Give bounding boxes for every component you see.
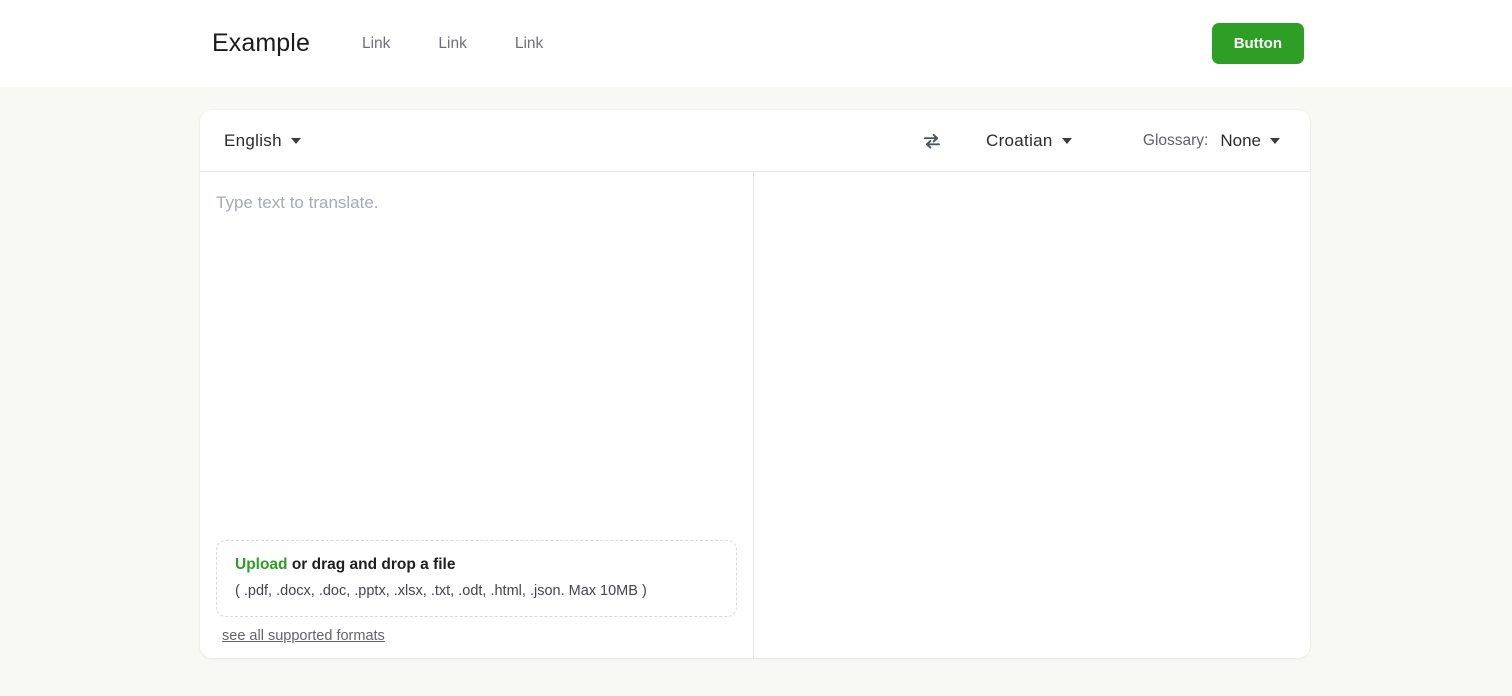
source-language-selector[interactable]: English	[216, 125, 309, 157]
nav-link-2[interactable]: Link	[438, 29, 466, 59]
target-language-label: Croatian	[986, 130, 1053, 150]
target-panel[interactable]	[754, 172, 1310, 658]
glossary-group: Glossary: None	[1143, 125, 1288, 157]
source-text-input[interactable]	[216, 190, 737, 540]
file-dropzone[interactable]: Upload or drag and drop a file ( .pdf, .…	[216, 540, 737, 617]
chevron-down-icon	[290, 137, 301, 144]
nav-link-1[interactable]: Link	[362, 29, 390, 59]
main-navigation: Link Link Link	[362, 29, 543, 59]
dropzone-title-rest: or drag and drop a file	[287, 556, 456, 573]
dropzone-title: Upload or drag and drop a file	[235, 556, 718, 574]
see-all-supported-formats-link[interactable]: see all supported formats	[222, 628, 385, 644]
glossary-value: None	[1220, 130, 1261, 150]
chevron-down-icon	[1270, 137, 1280, 144]
site-header: Example Link Link Link Button	[0, 0, 1512, 87]
glossary-selector[interactable]: None	[1212, 125, 1288, 157]
chevron-down-icon	[1061, 137, 1072, 144]
nav-link-3[interactable]: Link	[515, 29, 543, 59]
swap-horizontal-icon	[924, 133, 940, 149]
upload-link[interactable]: Upload	[235, 556, 288, 573]
cta-button[interactable]: Button	[1211, 23, 1304, 64]
source-language-label: English	[224, 130, 282, 150]
dropzone-formats: ( .pdf, .docx, .doc, .pptx, .xlsx, .txt,…	[235, 583, 647, 599]
language-bar: English Croatian Glossary: None	[200, 110, 1310, 172]
swap-languages-button[interactable]	[916, 127, 948, 155]
source-panel: Upload or drag and drop a file ( .pdf, .…	[200, 172, 754, 658]
page-body: English Croatian Glossary: None Type tex…	[0, 87, 1512, 696]
glossary-label: Glossary:	[1142, 131, 1209, 149]
translator-card: English Croatian Glossary: None Type tex…	[200, 110, 1310, 658]
target-language-selector[interactable]: Croatian	[978, 125, 1080, 157]
brand-logo[interactable]: Example	[212, 29, 310, 58]
translation-panels: Upload or drag and drop a file ( .pdf, .…	[200, 172, 1310, 658]
